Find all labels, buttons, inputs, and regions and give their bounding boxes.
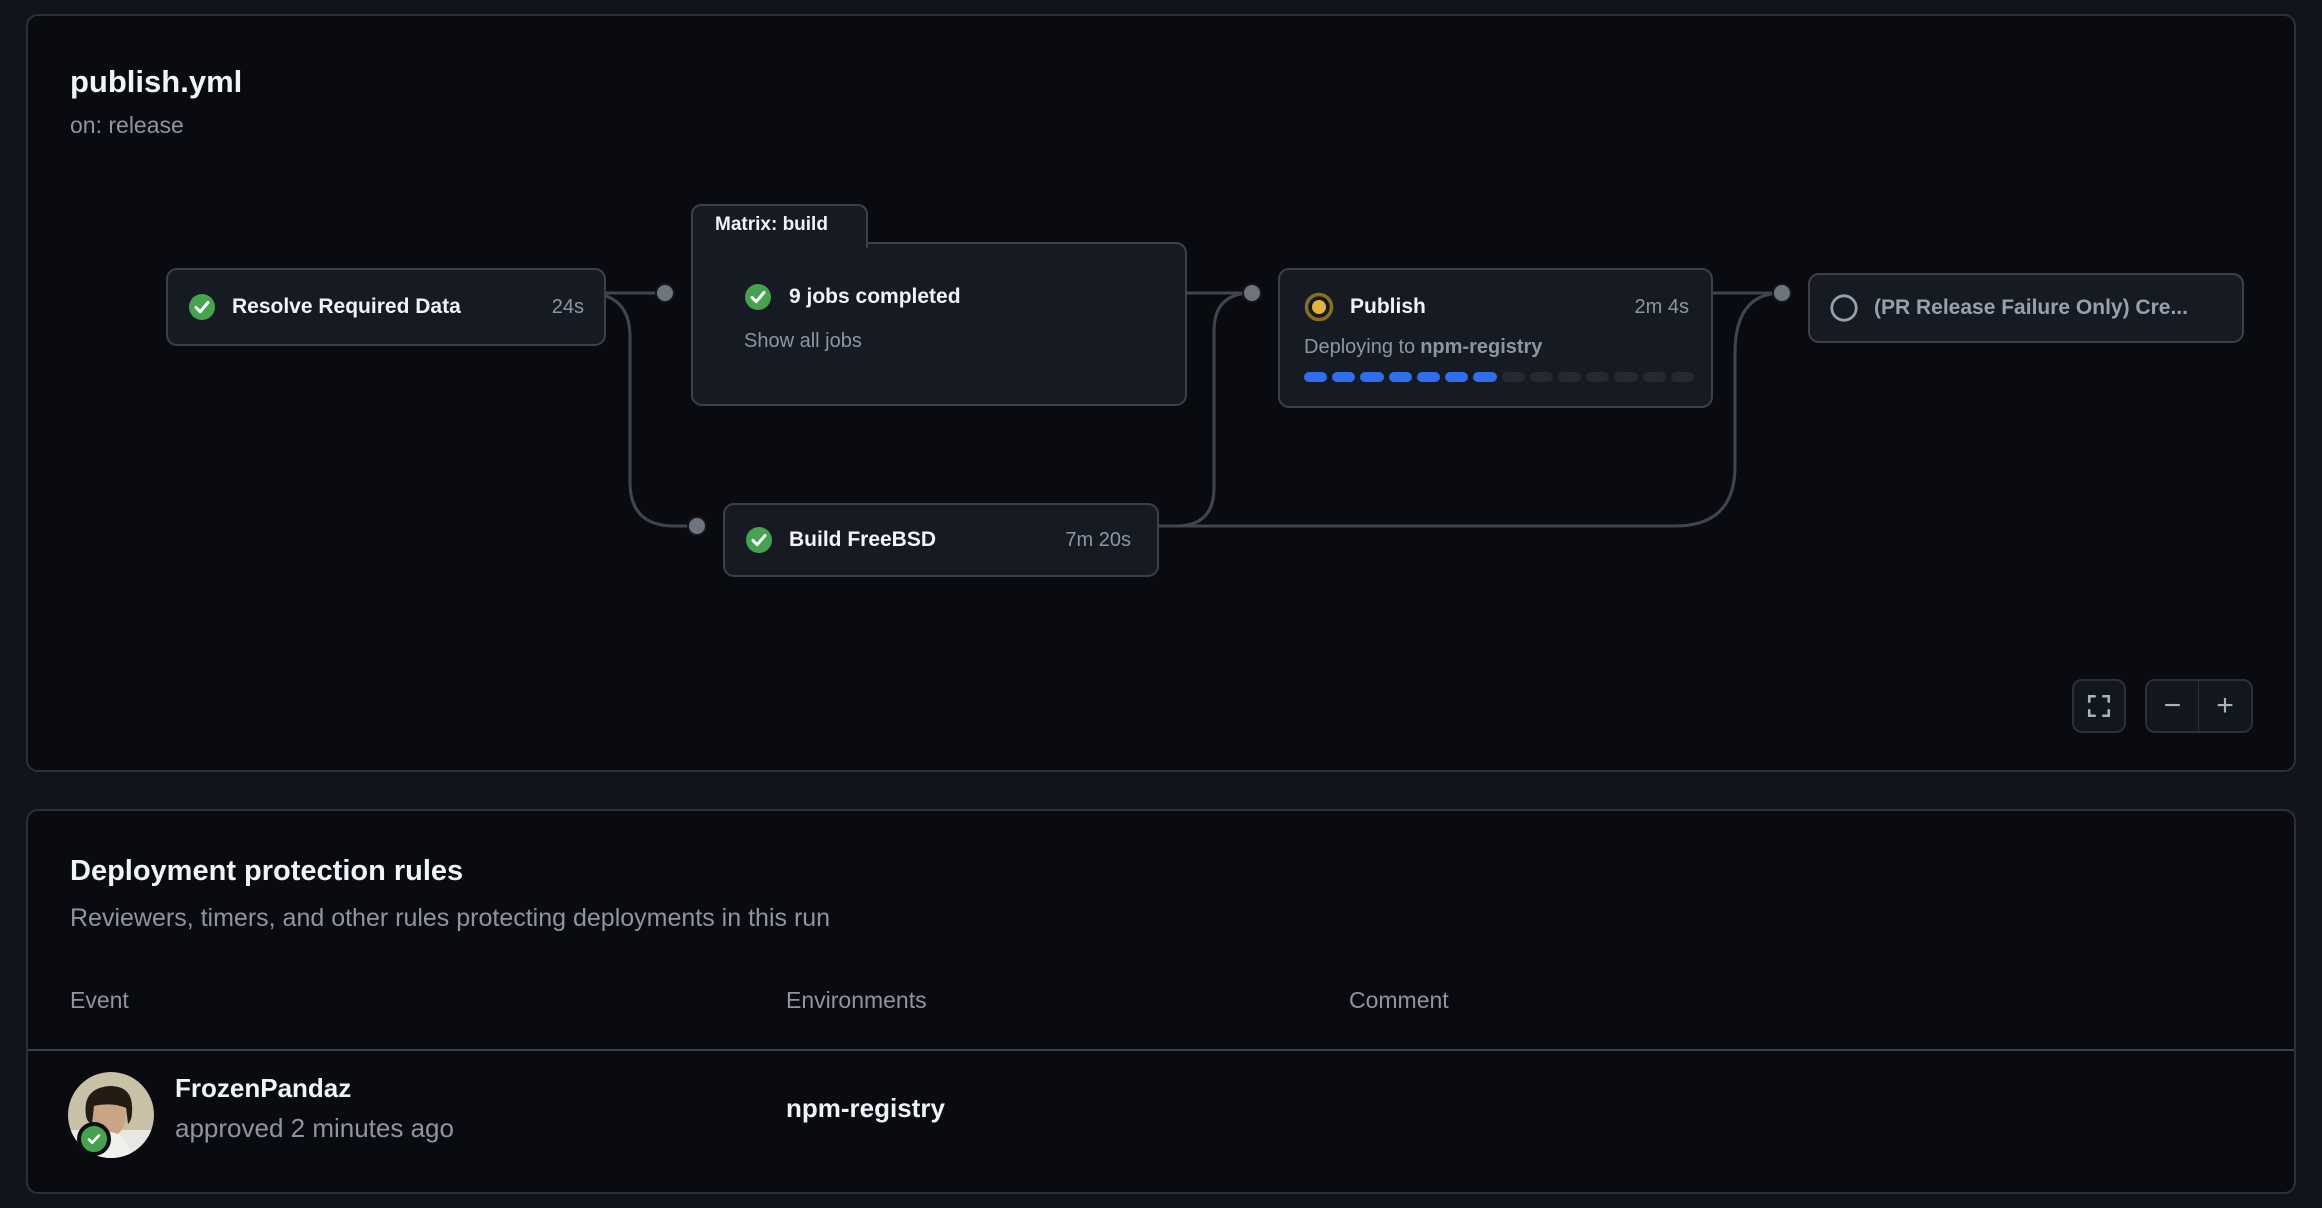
matrix-tab-label: Matrix: build (715, 214, 828, 236)
job-duration: 2m 4s (1635, 296, 1689, 319)
success-check-icon (744, 283, 772, 311)
progress-segment (1360, 372, 1383, 382)
progress-segment (1417, 372, 1440, 382)
job-label: (PR Release Failure Only) Cre... (1874, 296, 2188, 320)
workflow-graph-panel: publish.yml on: release Resolve Required… (26, 14, 2296, 772)
rules-subtitle: Reviewers, timers, and other rules prote… (70, 904, 830, 933)
progress-segment (1445, 372, 1468, 382)
fullscreen-button[interactable] (2072, 679, 2126, 733)
environment-name: npm-registry (786, 1093, 945, 1124)
job-duration: 24s (552, 296, 584, 319)
progress-segment (1643, 372, 1666, 382)
pending-circle-icon (1830, 294, 1858, 322)
progress-segment (1671, 372, 1694, 382)
column-header-event: Event (70, 987, 129, 1014)
success-check-icon (745, 526, 773, 554)
progress-segment (1304, 372, 1327, 382)
job-node-resolve-required-data[interactable]: Resolve Required Data 24s (166, 268, 606, 346)
job-node-pr-release-failure[interactable]: (PR Release Failure Only) Cre... (1808, 273, 2244, 343)
show-all-jobs-link[interactable]: Show all jobs (744, 330, 1161, 353)
fullscreen-icon (2086, 693, 2112, 719)
deploy-status-line: Deploying tonpm-registry (1304, 336, 1689, 359)
progress-segment (1473, 372, 1496, 382)
progress-segment (1530, 372, 1553, 382)
zoom-out-button[interactable]: − (2147, 681, 2199, 731)
progress-segment (1332, 372, 1355, 382)
approval-status-text: approved 2 minutes ago (175, 1113, 454, 1144)
progress-segment (1502, 372, 1525, 382)
progress-segment (1558, 372, 1581, 382)
graph-controls: − + (2072, 679, 2253, 733)
zoom-button-group: − + (2145, 679, 2253, 733)
job-duration: 7m 20s (1065, 529, 1131, 552)
job-label: Resolve Required Data (232, 295, 461, 319)
in-progress-icon (1304, 292, 1334, 322)
deployment-rules-panel: Deployment protection rules Reviewers, t… (26, 809, 2296, 1194)
job-label: 9 jobs completed (789, 285, 961, 309)
job-label: Build FreeBSD (789, 528, 936, 552)
job-node-build-freebsd[interactable]: Build FreeBSD 7m 20s (723, 503, 1159, 577)
progress-segment (1586, 372, 1609, 382)
success-check-icon (188, 293, 216, 321)
rules-title: Deployment protection rules (70, 855, 463, 888)
table-row: FrozenPandaz approved 2 minutes ago npm-… (28, 1051, 2294, 1194)
column-header-environments: Environments (786, 987, 927, 1014)
job-node-matrix-build[interactable]: 9 jobs completed Show all jobs (691, 242, 1187, 406)
deploy-target: npm-registry (1420, 336, 1542, 358)
job-label: Publish (1350, 295, 1426, 319)
zoom-in-button[interactable]: + (2199, 681, 2251, 731)
deploy-progress (1304, 372, 1694, 382)
progress-segment (1614, 372, 1637, 382)
column-header-comment: Comment (1349, 987, 1449, 1014)
progress-segment (1389, 372, 1412, 382)
approved-badge-icon (77, 1122, 111, 1156)
matrix-tab: Matrix: build (691, 204, 868, 248)
job-node-publish[interactable]: Publish 2m 4s Deploying tonpm-registry (1278, 268, 1713, 408)
deploy-prefix: Deploying to (1304, 336, 1415, 358)
approver-username[interactable]: FrozenPandaz (175, 1073, 351, 1104)
